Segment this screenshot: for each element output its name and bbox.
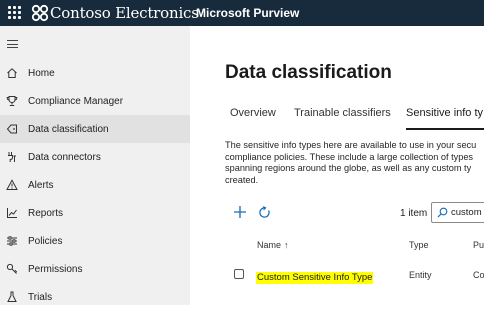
row-name-link[interactable]: Custom Sensitive Info Type bbox=[256, 272, 374, 284]
sort-ascending-icon: ↑ bbox=[284, 240, 289, 250]
sidebar-item-compliance-manager[interactable]: Compliance Manager bbox=[0, 87, 190, 115]
row-checkbox[interactable] bbox=[234, 269, 244, 279]
search-icon bbox=[437, 207, 448, 218]
product-name[interactable]: Microsoft Purview bbox=[196, 6, 299, 20]
warning-icon bbox=[6, 179, 18, 190]
description-line: created. bbox=[225, 174, 259, 185]
sidebar-item-label: Reports bbox=[28, 207, 64, 219]
sidebar-item-reports[interactable]: Reports bbox=[0, 199, 190, 227]
left-nav: Home Compliance Manager Data classificat… bbox=[0, 26, 190, 305]
tag-icon bbox=[6, 124, 17, 134]
sliders-icon bbox=[7, 236, 17, 246]
sidebar-item-label: Compliance Manager bbox=[28, 95, 124, 107]
search-input[interactable] bbox=[451, 206, 484, 219]
search-box[interactable] bbox=[431, 202, 484, 223]
sidebar-item-label: Trials bbox=[28, 291, 53, 303]
sidebar-item-label: Permissions bbox=[28, 263, 83, 275]
contoso-logo-icon bbox=[31, 4, 49, 22]
tab-overview[interactable]: Overview bbox=[230, 107, 276, 119]
description-line: compliance policies. These include a lar… bbox=[225, 151, 474, 162]
sidebar-item-policies[interactable]: Policies bbox=[0, 227, 190, 255]
refresh-icon[interactable] bbox=[258, 206, 271, 219]
column-header-publisher[interactable]: Pu bbox=[473, 240, 484, 250]
brand-name[interactable]: Contoso Electronics bbox=[50, 4, 199, 22]
main-content: Data classification Overview Trainable c… bbox=[190, 26, 484, 305]
page-description: The sensitive info types here are availa… bbox=[225, 140, 484, 186]
sidebar-item-label: Data connectors bbox=[28, 151, 101, 163]
trophy-icon bbox=[6, 96, 18, 106]
key-icon bbox=[6, 263, 18, 274]
items-count: 1 item bbox=[400, 208, 428, 219]
row-publisher: Co bbox=[473, 270, 484, 280]
page-title: Data classification bbox=[225, 62, 392, 83]
selected-tab-indicator bbox=[406, 128, 484, 130]
row-type: Entity bbox=[409, 270, 432, 280]
home-icon bbox=[7, 68, 17, 78]
tab-trainable-classifiers[interactable]: Trainable classifiers bbox=[294, 107, 391, 119]
column-header-name[interactable]: Name ↑ bbox=[257, 240, 289, 250]
description-line: spanning regions around the globe, as we… bbox=[225, 163, 472, 174]
column-header-label: Name bbox=[257, 240, 282, 250]
sidebar-item-data-classification[interactable]: Data classification bbox=[0, 115, 190, 143]
column-header-type[interactable]: Type bbox=[409, 240, 429, 250]
chart-icon bbox=[7, 208, 17, 218]
sidebar-item-alerts[interactable]: Alerts bbox=[0, 171, 190, 199]
sidebar-item-trials[interactable]: Trials bbox=[0, 283, 190, 311]
description-line: The sensitive info types here are availa… bbox=[225, 140, 477, 150]
sidebar-item-permissions[interactable]: Permissions bbox=[0, 255, 190, 283]
app-launcher-icon[interactable] bbox=[8, 6, 21, 19]
sidebar-item-label: Home bbox=[28, 67, 55, 79]
hamburger-icon[interactable] bbox=[7, 40, 18, 48]
sidebar-item-data-connectors[interactable]: Data connectors bbox=[0, 143, 190, 171]
sidebar-item-label: Data classification bbox=[28, 123, 109, 135]
sidebar-item-home[interactable]: Home bbox=[0, 59, 190, 87]
sidebar-item-label: Alerts bbox=[28, 179, 54, 191]
tab-sensitive-info-types[interactable]: Sensitive info ty bbox=[406, 107, 483, 119]
flask-icon bbox=[7, 291, 17, 302]
plus-icon[interactable] bbox=[233, 205, 247, 219]
sidebar-item-label: Policies bbox=[28, 235, 63, 247]
connector-icon bbox=[8, 152, 16, 162]
top-bar: Contoso Electronics Microsoft Purview bbox=[0, 0, 484, 26]
